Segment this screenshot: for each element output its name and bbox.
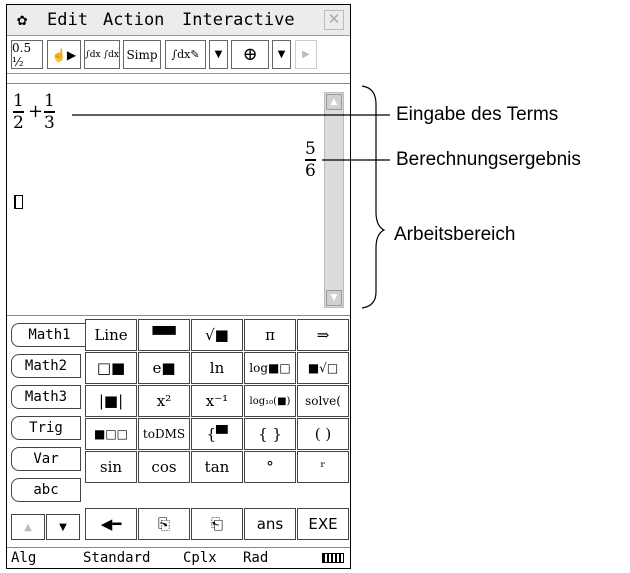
work-area-brace bbox=[361, 85, 386, 309]
annotation-lines bbox=[72, 85, 390, 309]
input-annotation: Eingabe des Terms bbox=[396, 104, 559, 125]
result-annotation: Berechnungsergebnis bbox=[396, 149, 581, 170]
work-area-annotation: Arbeitsbereich bbox=[394, 224, 516, 245]
